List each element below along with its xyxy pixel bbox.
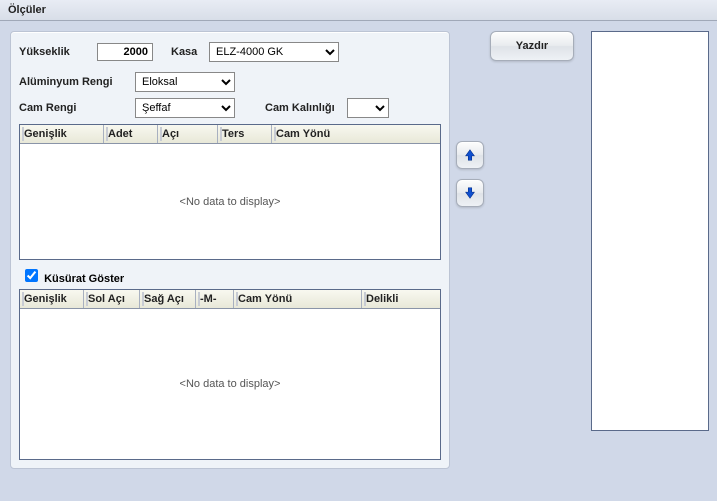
form-panel: Yükseklik Kasa ELZ-4000 GK Alüminyum Ren… xyxy=(10,31,450,469)
right-column: Yazdır xyxy=(490,31,590,469)
yukseklik-input[interactable] xyxy=(97,43,153,61)
window-title: Ölçüler xyxy=(0,0,717,21)
th2-cam-yonu[interactable]: Cam Yönü xyxy=(234,290,362,308)
label-yukseklik: Yükseklik xyxy=(19,46,97,58)
th-adet[interactable]: Adet xyxy=(104,125,158,143)
label-cam-kalinligi: Cam Kalınlığı xyxy=(265,102,347,114)
label-kasa: Kasa xyxy=(171,46,209,58)
aluminyum-rengi-select[interactable]: Eloksal xyxy=(135,72,235,92)
table1-empty: <No data to display> xyxy=(20,144,440,259)
move-down-button[interactable] xyxy=(456,179,484,207)
th-genislik[interactable]: Genişlik xyxy=(20,125,104,143)
th-cam-yonu[interactable]: Cam Yönü xyxy=(272,125,440,143)
th2-sag-aci[interactable]: Sağ Açı xyxy=(140,290,196,308)
kasa-select[interactable]: ELZ-4000 GK xyxy=(209,42,339,62)
label-cam-rengi: Cam Rengi xyxy=(19,102,135,114)
label-aluminyum-rengi: Alüminyum Rengi xyxy=(19,76,135,88)
th-aci[interactable]: Açı xyxy=(158,125,218,143)
cam-kalinligi-select[interactable] xyxy=(347,98,389,118)
yazdir-button[interactable]: Yazdır xyxy=(490,31,574,61)
arrow-down-icon xyxy=(463,186,477,200)
arrow-controls xyxy=(456,141,484,469)
th2-sol-aci[interactable]: Sol Açı xyxy=(84,290,140,308)
cam-rengi-select[interactable]: Şeffaf xyxy=(135,98,235,118)
measurements-table: Genişlik Adet Açı Ters Cam Yönü <No data… xyxy=(19,124,441,260)
th2-delikli[interactable]: Delikli xyxy=(362,290,440,308)
th2-genislik[interactable]: Genişlik xyxy=(20,290,84,308)
details-table: Genişlik Sol Açı Sağ Açı -M- Cam Yönü De… xyxy=(19,289,441,460)
label-kusurat-goster[interactable]: Küsürat Göster xyxy=(44,273,124,285)
th-ters[interactable]: Ters xyxy=(218,125,272,143)
move-up-button[interactable] xyxy=(456,141,484,169)
th2-m[interactable]: -M- xyxy=(196,290,234,308)
arrow-up-icon xyxy=(463,148,477,162)
kusurat-goster-checkbox[interactable] xyxy=(25,269,38,282)
table2-empty: <No data to display> xyxy=(20,309,440,459)
preview-box xyxy=(591,31,709,431)
